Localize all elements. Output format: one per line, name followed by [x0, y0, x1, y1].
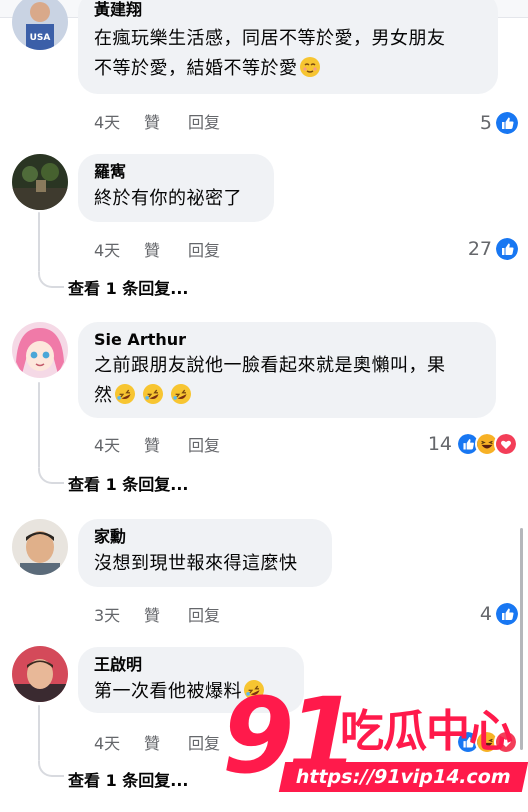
- like-button[interactable]: 贊: [144, 732, 188, 756]
- like-button[interactable]: 贊: [144, 604, 188, 628]
- thread-curve: [38, 272, 64, 288]
- relieved-face-emoji-icon: [299, 57, 320, 77]
- reaction-summary[interactable]: 4: [480, 602, 518, 626]
- comment-text-line: 在瘋玩樂生活感，同居不等於愛，男女朋友: [94, 28, 446, 49]
- love-reaction-icon: [494, 432, 518, 456]
- like-reaction-icon: [496, 112, 518, 134]
- comment-time[interactable]: 4天: [94, 732, 144, 756]
- reaction-count: 14: [427, 433, 452, 455]
- comment-time[interactable]: 3天: [94, 604, 144, 628]
- like-button[interactable]: 贊: [144, 111, 188, 135]
- comment-text-line: 之前跟朋友說他一臉看起來就是奧懶叫，果: [94, 355, 446, 376]
- comment-meta: 4天 贊 回复: [94, 434, 220, 458]
- reaction-summary[interactable]: 14: [428, 432, 518, 456]
- watermark-logo: 91 吃瓜中心 https://91vip14.com: [222, 684, 528, 810]
- reply-button[interactable]: 回复: [188, 604, 220, 628]
- avatar[interactable]: [12, 154, 68, 210]
- comment-author[interactable]: 黃建翔: [94, 0, 482, 20]
- comment-text-line: 然: [94, 385, 113, 406]
- thread-curve: [38, 468, 64, 484]
- comment-text-line: 終於有你的祕密了: [94, 188, 242, 209]
- view-replies-link[interactable]: 查看 1 条回复...: [68, 770, 189, 792]
- comment-author[interactable]: 羅寯: [94, 162, 258, 182]
- comment-meta: 4天 贊 回复: [94, 111, 220, 135]
- reaction-count: 27: [467, 238, 492, 260]
- watermark-url: https://91vip14.com: [278, 762, 528, 792]
- comment-time[interactable]: 4天: [94, 239, 144, 263]
- comment-time[interactable]: 4天: [94, 111, 144, 135]
- rofl-emoji-icon: [142, 384, 163, 404]
- view-replies-link[interactable]: 查看 1 条回复...: [68, 474, 189, 496]
- reaction-summary[interactable]: 27: [468, 237, 518, 261]
- thread-line: [38, 382, 40, 468]
- comment-text-line: 第一次看他被爆料: [94, 681, 242, 702]
- reply-button[interactable]: 回复: [188, 239, 220, 263]
- rofl-emoji-icon: [114, 384, 135, 404]
- comment-bubble: 黃建翔 在瘋玩樂生活感，同居不等於愛，男女朋友 不等於愛，結婚不等於愛: [78, 0, 498, 94]
- comment-meta: 4天 贊 回复: [94, 239, 220, 263]
- avatar[interactable]: [12, 646, 68, 702]
- view-replies-link[interactable]: 查看 1 条回复...: [68, 278, 189, 300]
- reply-button[interactable]: 回复: [188, 111, 220, 135]
- comment-meta: 3天 贊 回复: [94, 604, 220, 628]
- avatar[interactable]: [12, 322, 68, 378]
- reaction-summary[interactable]: 5: [480, 111, 518, 135]
- thread-curve: [38, 761, 64, 777]
- like-button[interactable]: 贊: [144, 239, 188, 263]
- thread-line: [38, 705, 40, 761]
- like-button[interactable]: 贊: [144, 434, 188, 458]
- comment-meta: 4天 贊 回复: [94, 732, 220, 756]
- comment-bubble: 家勳 沒想到現世報來得這麼快: [78, 519, 332, 587]
- avatar[interactable]: [12, 519, 68, 575]
- reply-button[interactable]: 回复: [188, 434, 220, 458]
- rofl-emoji-icon: [170, 384, 191, 404]
- comment-bubble: Sie Arthur 之前跟朋友說他一臉看起來就是奧懶叫，果 然: [78, 322, 496, 418]
- like-reaction-icon: [496, 603, 518, 625]
- thread-line: [38, 212, 40, 272]
- reply-button[interactable]: 回复: [188, 732, 220, 756]
- avatar[interactable]: USA: [12, 0, 68, 50]
- comment-text-line: 沒想到現世報來得這麼快: [94, 553, 298, 574]
- svg-text:USA: USA: [30, 33, 51, 43]
- watermark-brand: 吃瓜中心: [340, 706, 513, 757]
- comment-time[interactable]: 4天: [94, 434, 144, 458]
- reaction-count: 4: [479, 603, 492, 625]
- like-reaction-icon: [496, 238, 518, 260]
- reaction-count: 5: [479, 112, 492, 134]
- comment-author[interactable]: Sie Arthur: [94, 330, 480, 350]
- comment-author[interactable]: 家勳: [94, 527, 316, 547]
- comment-author[interactable]: 王啟明: [94, 655, 288, 675]
- comment-text-line: 不等於愛，結婚不等於愛: [94, 58, 298, 79]
- comment-bubble: 羅寯 終於有你的祕密了: [78, 154, 274, 222]
